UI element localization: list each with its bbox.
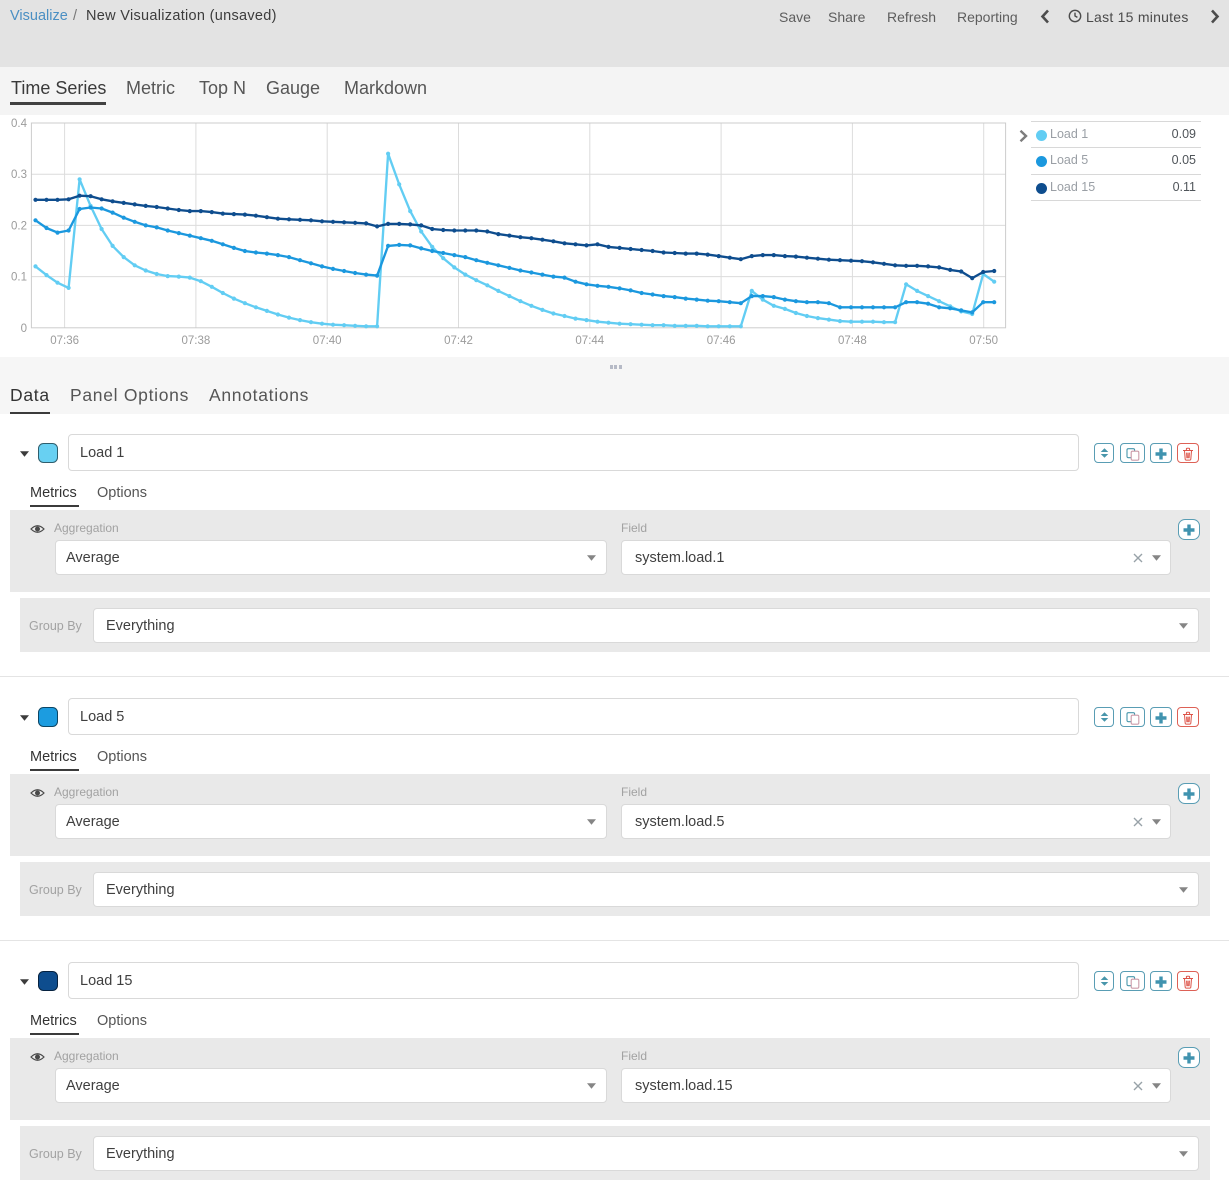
svg-text:07:44: 07:44 bbox=[575, 335, 604, 347]
svg-text:07:42: 07:42 bbox=[444, 335, 473, 347]
svg-text:07:50: 07:50 bbox=[969, 335, 998, 347]
svg-text:0.3: 0.3 bbox=[11, 169, 27, 181]
svg-text:07:36: 07:36 bbox=[50, 335, 79, 347]
svg-text:07:40: 07:40 bbox=[313, 335, 342, 347]
svg-text:07:46: 07:46 bbox=[707, 335, 736, 347]
svg-text:07:38: 07:38 bbox=[182, 335, 211, 347]
svg-text:07:48: 07:48 bbox=[838, 335, 867, 347]
svg-text:0.1: 0.1 bbox=[11, 272, 27, 284]
svg-text:0.4: 0.4 bbox=[11, 118, 28, 130]
svg-text:0.2: 0.2 bbox=[11, 220, 27, 232]
svg-text:0: 0 bbox=[21, 323, 27, 335]
